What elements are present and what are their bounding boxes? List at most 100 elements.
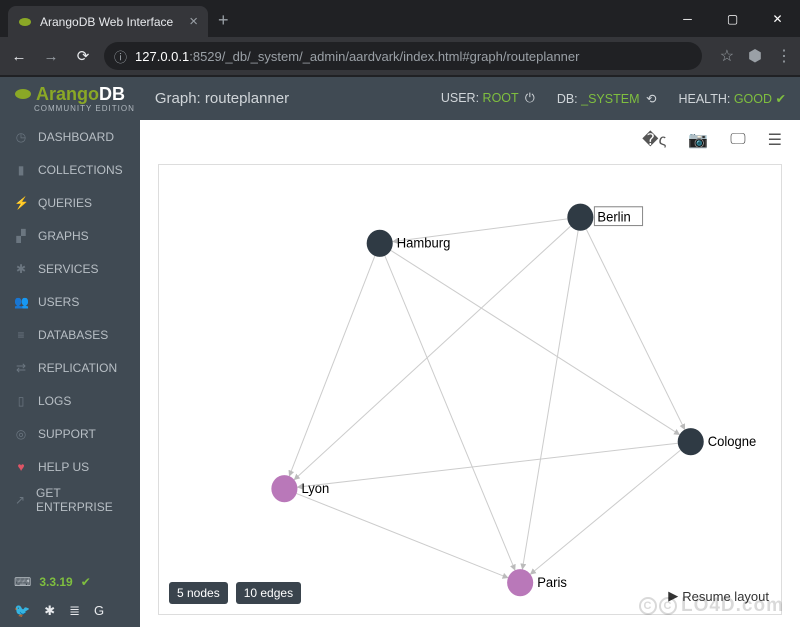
sidebar-item-label: DATABASES [38,328,108,342]
graph-node-berlin[interactable]: Berlin [567,204,642,231]
power-icon[interactable]: ⏻ [525,91,535,105]
header-user[interactable]: USER: ROOT ⏻ [441,91,535,106]
graph-node-cologne[interactable]: Cologne [678,428,757,455]
graph-canvas[interactable]: Hamburg Berlin Cologne Lyon Paris 5 nodes 10… [158,164,782,615]
cogs-icon: ✱ [14,262,28,276]
header-health: HEALTH: GOOD ✔ [678,91,786,106]
url-host: 127.0.0.1 [135,49,189,64]
sidebar: ◷ DASHBOARD ▮ COLLECTIONS ⚡QUERIES ▞ GRAPHS ✱SE… [0,120,140,627]
users-icon: 👥 [14,295,28,309]
main-content: �ς 📷 🖵 ☰ Hamburg Berlin Cologne Lyon Paris 5… [140,120,800,627]
graph-edge[interactable] [294,226,570,480]
window-minimize-button[interactable]: ─ [665,4,710,34]
graph-edge[interactable] [586,229,684,429]
graph-node-label: Lyon [301,481,329,496]
sidebar-item-label: COLLECTIONS [38,163,123,177]
folder-icon: ▮ [14,163,28,177]
file-icon: ▯ [14,394,28,408]
breadcrumb: Graph: routeplanner [155,90,289,107]
sidebar-item-replication[interactable]: ⇄REPLICATION [0,351,140,384]
graph-node-label: Cologne [708,434,757,449]
camera-icon[interactable]: 📷 [688,130,708,150]
url-path: :8529/_db/_system/_admin/aardvark/index.… [189,49,579,64]
new-tab-button[interactable]: + [218,10,229,31]
version-check-icon: ✔ [81,575,91,589]
share-icon[interactable]: �ς [642,130,666,150]
sidebar-item-queries[interactable]: ⚡QUERIES [0,186,140,219]
graph-edge[interactable] [530,450,680,574]
sidebar-item-dashboard[interactable]: ◷ DASHBOARD [0,120,140,153]
google-icon[interactable]: G [94,603,104,619]
sidebar-item-label: GET ENTERPRISE [36,486,126,514]
graph-node-paris[interactable]: Paris [507,569,567,596]
stackoverflow-icon[interactable]: ≣ [69,603,80,619]
life-ring-icon: ◎ [14,427,28,441]
header-db[interactable]: DB: _SYSTEM ⟲ [557,91,657,106]
tab-bar: ArangoDB Web Interface × + ─ ▢ ✕ [0,0,800,37]
play-icon: ▶ [668,588,678,604]
sidebar-item-label: USERS [38,295,79,309]
browser-tab[interactable]: ArangoDB Web Interface × [8,6,208,37]
check-circle-icon: ✔ [776,92,786,106]
screen-icon[interactable]: 🖵 [730,131,745,149]
sidebar-item-label: GRAPHS [38,229,89,243]
sidebar-item-help-us[interactable]: ♥ HELP US [0,450,140,483]
graph-node-label: Berlin [597,209,630,224]
nav-reload-icon[interactable]: ⟳ [72,47,94,65]
url-info-icon: ⓘ [114,47,127,66]
graph-edge[interactable] [297,443,677,487]
browser-chrome: ArangoDB Web Interface × + ─ ▢ ✕ ← → ⟳ ⓘ… [0,0,800,77]
window-close-button[interactable]: ✕ [755,4,800,34]
sidebar-item-label: REPLICATION [38,361,117,375]
graph-stats: 5 nodes 10 edges [169,582,301,604]
keyboard-icon[interactable]: ⌨ [14,575,31,589]
graph-toolbar: �ς 📷 🖵 ☰ [140,120,800,160]
sidebar-item-get-enterprise[interactable]: ↗ GET ENTERPRISE [0,483,140,516]
nav-back-icon[interactable]: ← [8,48,30,65]
external-icon: ↗ [14,493,26,507]
slack-icon[interactable]: ✱ [44,603,55,619]
browser-menu-icon[interactable]: ⋮ [776,46,792,66]
url-input[interactable]: ⓘ 127.0.0.1 :8529/_db/_system/_admin/aar… [104,42,702,70]
twitter-icon[interactable]: 🐦 [14,603,30,619]
bookmark-star-icon[interactable]: ☆ [720,46,734,66]
graph-edge[interactable] [391,250,680,434]
sidebar-item-label: DASHBOARD [38,130,114,144]
social-row: 🐦 ✱ ≣ G [0,595,140,627]
sidebar-item-label: QUERIES [38,196,92,210]
sidebar-item-support[interactable]: ◎SUPPORT [0,417,140,450]
graph-node-hamburg[interactable]: Hamburg [367,230,451,257]
graph-node-label: Hamburg [397,235,451,250]
resume-layout-button[interactable]: ▶ Resume layout [668,588,769,604]
refresh-icon[interactable]: ⟲ [646,92,656,106]
nav-forward-icon[interactable]: → [40,48,62,65]
brand-logo[interactable]: ArangoDB COMMUNITY EDITION [14,85,135,113]
graph-node-lyon[interactable]: Lyon [271,475,329,502]
graph-edge[interactable] [297,494,508,578]
graph-edge[interactable] [385,256,515,570]
edges-badge: 10 edges [236,582,301,604]
extension-icon[interactable]: ⬢ [748,46,762,66]
sidebar-item-users[interactable]: 👥 USERS [0,285,140,318]
sidebar-item-collections[interactable]: ▮ COLLECTIONS [0,153,140,186]
sidebar-item-label: HELP US [38,460,89,474]
sidebar-item-logs[interactable]: ▯LOGS [0,384,140,417]
window-maximize-button[interactable]: ▢ [710,4,755,34]
graph-edge[interactable] [522,231,578,570]
window-controls: ─ ▢ ✕ [665,4,800,34]
brand-edition: COMMUNITY EDITION [34,105,135,113]
sidebar-item-services[interactable]: ✱SERVICES [0,252,140,285]
heart-icon: ♥ [14,460,28,474]
tab-favicon-icon [18,15,32,29]
sidebar-item-graphs[interactable]: ▞ GRAPHS [0,219,140,252]
chart-icon: ▞ [14,229,28,243]
sidebar-item-databases[interactable]: ≡ DATABASES [0,318,140,351]
graph-edge[interactable] [289,256,375,476]
hamburger-icon[interactable]: ☰ [768,130,782,150]
tachometer-icon: ◷ [14,130,28,144]
tab-close-icon[interactable]: × [189,13,198,30]
graph-node-label: Paris [537,575,567,590]
address-bar: ← → ⟳ ⓘ 127.0.0.1 :8529/_db/_system/_adm… [0,37,800,75]
database-icon: ≡ [14,328,28,342]
app-header: ArangoDB COMMUNITY EDITION Graph: routep… [0,77,800,120]
